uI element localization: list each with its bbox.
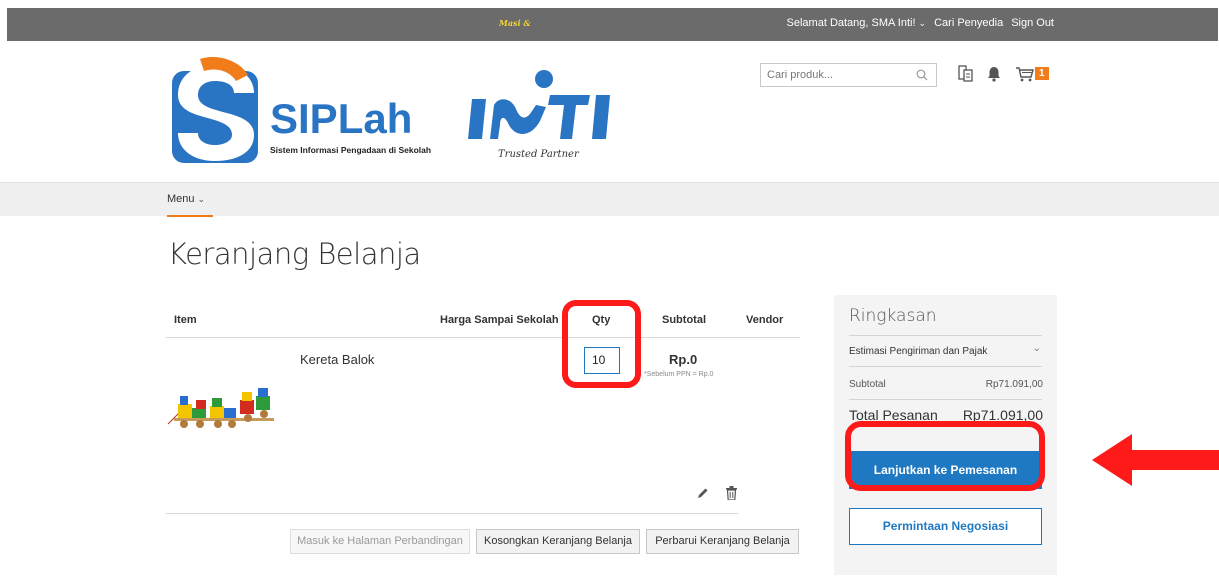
header-icons: 1 — [958, 65, 1049, 82]
menu-bar: Menu ⌄ — [0, 182, 1219, 217]
welcome-menu[interactable]: Selamat Datang, SMA Inti! ⌄ — [787, 17, 927, 29]
inti-logo: Trusted Partner — [468, 70, 610, 160]
search-input[interactable] — [761, 64, 911, 86]
trash-icon[interactable] — [726, 486, 737, 500]
search-icon[interactable] — [916, 69, 928, 81]
chevron-down-icon: ⌄ — [918, 18, 927, 28]
header-vendor: Vendor — [746, 314, 784, 326]
row-divider — [166, 513, 738, 514]
brand-name: SIPLah — [270, 95, 412, 142]
search-box — [760, 63, 937, 87]
find-provider-link[interactable]: Cari Penyedia — [934, 17, 1003, 29]
item-subtotal: Rp.0 — [669, 352, 698, 367]
subtotal-label: Subtotal — [849, 379, 886, 390]
cart-link[interactable]: 1 — [1015, 66, 1049, 82]
item-subtotal-note: *Sebelum PPN = Rp.0 — [644, 371, 714, 378]
update-cart-button[interactable]: Perbarui Keranjang Belanja — [646, 529, 799, 554]
menu-label: Menu — [167, 193, 195, 205]
topbar-links: Selamat Datang, SMA Inti! ⌄ Cari Penyedia… — [787, 17, 1054, 29]
partner-tagline: Trusted Partner — [498, 149, 580, 160]
cart-count-badge: 1 — [1035, 67, 1049, 80]
arrow-left-icon — [1092, 434, 1219, 486]
header-item: Item — [174, 314, 197, 326]
compare-button[interactable]: Masuk ke Halaman Perbandingan — [290, 529, 470, 554]
checkout-highlight-annotation — [845, 421, 1045, 491]
summary-divider — [849, 399, 1042, 400]
brand-subtitle: Sistem Informasi Pengadaan di Sekolah — [270, 145, 431, 155]
topbar-tagline: Masi & — [499, 18, 531, 28]
page-title: Keranjang Belanja — [168, 237, 421, 271]
product-image[interactable] — [166, 382, 281, 432]
sign-out-link[interactable]: Sign Out — [1011, 17, 1054, 29]
shipping-estimate-toggle[interactable]: Estimasi Pengiriman dan Pajak — [849, 346, 987, 357]
siplah-logo[interactable]: SIPLah Sistem Informasi Pengadaan di Sek… — [170, 57, 446, 165]
empty-cart-button[interactable]: Kosongkan Keranjang Belanja — [476, 529, 640, 554]
chevron-down-icon[interactable]: ⌄ — [1033, 343, 1041, 354]
top-bar: Masi & Selamat Datang, SMA Inti! ⌄ Cari P… — [7, 8, 1218, 41]
summary-divider — [849, 366, 1042, 367]
item-name-link[interactable]: Kereta Balok — [300, 352, 374, 367]
summary-divider — [849, 335, 1042, 336]
summary-title: Ringkasan — [849, 306, 937, 326]
welcome-label: Selamat Datang, SMA Inti! — [786, 17, 916, 29]
menu-dropdown[interactable]: Menu ⌄ — [167, 183, 213, 217]
order-summary: Ringkasan Estimasi Pengiriman dan Pajak … — [834, 295, 1057, 575]
edit-icon[interactable] — [697, 487, 709, 499]
bell-icon[interactable] — [987, 66, 1001, 82]
header: SIPLah Sistem Informasi Pengadaan di Sek… — [0, 41, 1219, 182]
request-negotiation-button[interactable]: Permintaan Negosiasi — [849, 508, 1042, 545]
header-subtotal: Subtotal — [662, 314, 706, 326]
compare-icon[interactable] — [958, 65, 973, 82]
cart-icon — [1016, 66, 1034, 81]
header-price: Harga Sampai Sekolah — [440, 314, 559, 326]
qty-highlight-annotation — [562, 300, 641, 388]
subtotal-value: Rp71.091,00 — [985, 379, 1043, 390]
header-divider — [166, 337, 800, 338]
chevron-down-icon: ⌄ — [197, 194, 206, 204]
